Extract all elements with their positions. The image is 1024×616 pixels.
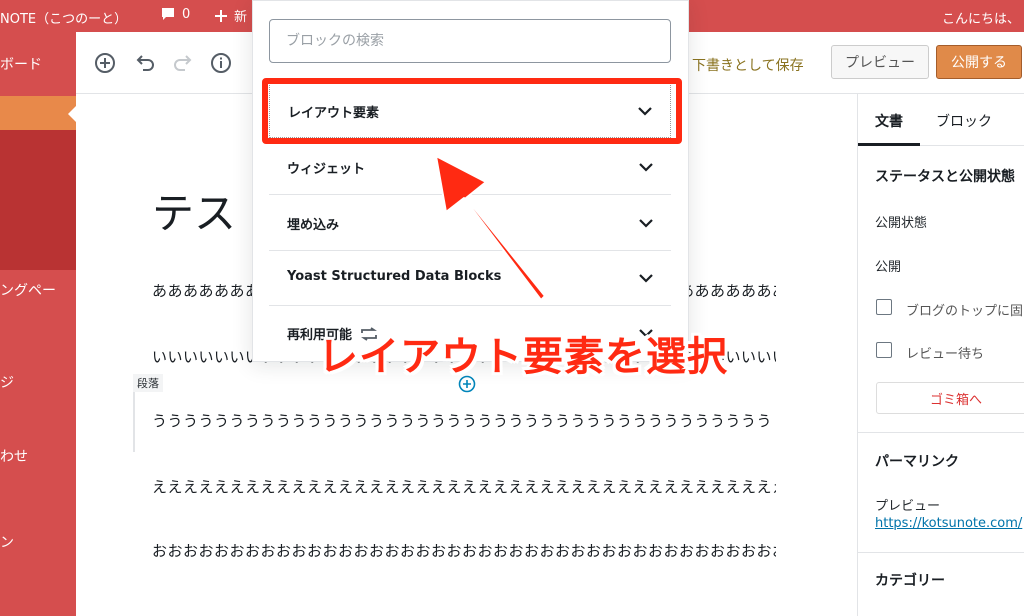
sidebar-item-plugins[interactable]: ン [0, 532, 14, 552]
settings-tabs: 文書 ブロック [858, 94, 1024, 146]
new-label: 新 [234, 10, 248, 25]
sidebar-item-landing-pages[interactable]: ングペー [0, 280, 56, 300]
panel-label: 埋め込み [287, 218, 340, 233]
panel-yoast-blocks[interactable]: Yoast Structured Data Blocks [269, 251, 671, 306]
save-draft-button[interactable]: 下書きとして保存 [692, 55, 804, 75]
undo-icon[interactable] [134, 52, 156, 74]
panel-widgets[interactable]: ウィジェット [269, 140, 671, 195]
sidebar-item-contact[interactable]: わせ [0, 446, 28, 466]
sidebar-item-pages[interactable]: ジ [0, 372, 14, 392]
category-heading[interactable]: カテゴリー [875, 570, 945, 590]
chevron-down-icon [639, 163, 653, 172]
panel-embeds[interactable]: 埋め込み [269, 196, 671, 251]
comment-bubble-icon [162, 8, 174, 20]
block-inserter-popover: レイアウト要素 ウィジェット 埋め込み Yoast Structured Dat… [252, 0, 689, 362]
settings-sidebar: 文書 ブロック ステータスと公開状態 公開状態 公開 ブログのトップに固 レビュ… [857, 94, 1024, 616]
post-title[interactable]: テス [152, 180, 236, 241]
publish-label: 公開 [875, 260, 902, 275]
info-icon[interactable] [210, 52, 232, 74]
site-name-link[interactable]: NOTE（こつのーと） [0, 8, 127, 27]
status-visibility-heading[interactable]: ステータスと公開状態 [875, 166, 1015, 186]
section-divider [858, 552, 1024, 553]
chevron-down-icon [639, 219, 653, 228]
permalink-url-link[interactable]: https://kotsunote.com/ [875, 516, 1022, 531]
chevron-down-icon [639, 274, 653, 283]
comments-link[interactable]: 0 [160, 6, 190, 22]
tab-block[interactable]: ブロック [936, 111, 992, 131]
tab-document[interactable]: 文書 [875, 111, 903, 131]
user-greeting[interactable]: こんにちは、 [942, 8, 1020, 27]
sticky-checkbox[interactable] [876, 299, 892, 315]
preview-button[interactable]: プレビュー [831, 45, 929, 79]
permalink-heading[interactable]: パーマリンク [875, 451, 959, 471]
paragraph-block[interactable]: うううううううううううううううううううううううううううううううううううううううう [152, 410, 776, 431]
panel-label: ウィジェット [287, 162, 366, 177]
admin-sidebar: ボード ングペー ジ わせ ン [0, 32, 76, 616]
annotation-caption: レイアウト要素を選択 [318, 334, 728, 380]
annotation-highlight-box [262, 78, 682, 144]
comment-count: 0 [182, 6, 191, 22]
block-search-input[interactable] [269, 19, 671, 63]
sidebar-submenu [0, 130, 76, 270]
permalink-preview-label: プレビュー [875, 499, 941, 514]
section-divider [858, 432, 1024, 433]
visibility-label: 公開状態 [875, 216, 928, 231]
selected-block-indicator [133, 392, 135, 452]
active-tab-indicator [858, 143, 920, 146]
sticky-checkbox-label: ブログのトップに固 [906, 304, 1024, 319]
pending-review-label: レビュー待ち [906, 347, 985, 362]
block-type-label: 段落 [133, 374, 163, 392]
paragraph-block[interactable]: ええええええええええええええええええええええええええええええええええええええええ… [152, 476, 776, 497]
active-menu-pointer [68, 106, 76, 122]
sidebar-item-dashboard[interactable]: ボード [0, 54, 42, 74]
redo-icon[interactable] [172, 52, 194, 74]
pending-review-checkbox[interactable] [876, 342, 892, 358]
publish-button[interactable]: 公開する [936, 45, 1022, 79]
plus-icon [215, 9, 227, 22]
paragraph-block[interactable]: おおおおおおおおおおおおおおおおおおおおおおおおおおおおおおおおおおおおおおおお… [152, 540, 776, 561]
move-to-trash-button[interactable]: ゴミ箱へ [876, 382, 1024, 414]
panel-label: Yoast Structured Data Blocks [287, 269, 502, 284]
add-block-icon[interactable] [94, 52, 116, 74]
new-content-link[interactable]: 新 [214, 6, 247, 25]
sidebar-item-posts-active[interactable] [0, 96, 76, 130]
